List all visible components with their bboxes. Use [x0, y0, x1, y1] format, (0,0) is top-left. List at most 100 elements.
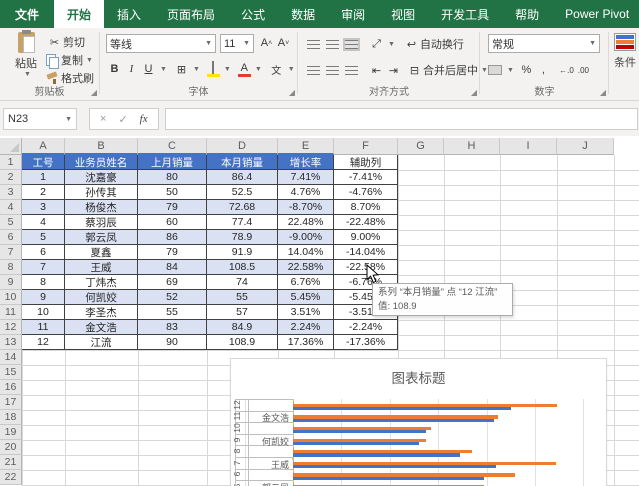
table-cell-r4c5[interactable]: 8.70%	[334, 200, 398, 215]
table-cell-r11c1[interactable]: 李圣杰	[65, 305, 138, 320]
table-cell-r13c0[interactable]: 12	[22, 335, 65, 350]
underline-button[interactable]: U	[140, 61, 157, 78]
orientation-button[interactable]: ⤢	[368, 36, 385, 53]
row-header-3[interactable]: 3	[0, 185, 22, 200]
table-cell-r9c0[interactable]: 8	[22, 275, 65, 290]
name-box[interactable]: N23 ▼	[3, 108, 77, 130]
font-name-combo[interactable]: 等线 ▼	[106, 34, 216, 53]
decrease-indent-button[interactable]: ⇤	[368, 62, 385, 79]
align-middle-button[interactable]	[326, 39, 339, 49]
bar-上月销量-11[interactable]	[293, 418, 494, 422]
table-cell-r8c1[interactable]: 王威	[65, 260, 138, 275]
table-cell-r12c2[interactable]: 83	[138, 320, 207, 335]
chart-title[interactable]: 图表标题	[231, 367, 606, 387]
row-header-7[interactable]: 7	[0, 245, 22, 260]
table-cell-r9c2[interactable]: 69	[138, 275, 207, 290]
borders-button[interactable]: ⊞	[173, 61, 190, 78]
column-header-F[interactable]: F	[334, 138, 398, 155]
tab-6[interactable]: 审阅	[328, 0, 378, 28]
table-cell-r5c0[interactable]: 4	[22, 215, 65, 230]
row-header-19[interactable]: 19	[0, 425, 22, 440]
comma-style-button[interactable]: ,	[535, 62, 552, 79]
wrap-text-button[interactable]: 自动换行	[420, 36, 464, 52]
paste-button[interactable]: 粘贴 ▼	[8, 30, 44, 78]
tab-3[interactable]: 页面布局	[154, 0, 228, 28]
column-header-C[interactable]: C	[138, 138, 207, 155]
table-cell-r5c1[interactable]: 蔡羽辰	[65, 215, 138, 230]
table-cell-r4c0[interactable]: 3	[22, 200, 65, 215]
column-header-J[interactable]: J	[557, 138, 614, 155]
align-top-button[interactable]	[307, 39, 320, 49]
tab-7[interactable]: 视图	[378, 0, 428, 28]
table-cell-r3c4[interactable]: 4.76%	[278, 185, 334, 200]
table-cell-r4c4[interactable]: -8.70%	[278, 200, 334, 215]
table-cell-r5c4[interactable]: 22.48%	[278, 215, 334, 230]
cancel-button[interactable]: ×	[94, 113, 112, 125]
table-cell-r12c3[interactable]: 84.9	[207, 320, 278, 335]
align-center-button[interactable]	[326, 65, 339, 75]
bar-上月销量-9[interactable]	[293, 441, 419, 446]
row-header-14[interactable]: 14	[0, 350, 22, 365]
table-cell-r3c5[interactable]: -4.76%	[334, 185, 398, 200]
table-header-cell[interactable]: 辅助列	[334, 155, 398, 170]
table-cell-r7c3[interactable]: 91.9	[207, 245, 278, 260]
column-header-G[interactable]: G	[398, 138, 444, 155]
table-cell-r10c0[interactable]: 9	[22, 290, 65, 305]
table-cell-r11c3[interactable]: 57	[207, 305, 278, 320]
row-header-5[interactable]: 5	[0, 215, 22, 230]
row-header-9[interactable]: 9	[0, 275, 22, 290]
decrease-decimal-button[interactable]: .00	[575, 62, 592, 79]
table-cell-r8c2[interactable]: 84	[138, 260, 207, 275]
merge-center-button[interactable]: 合并后居中	[423, 62, 478, 78]
tab-4[interactable]: 公式	[228, 0, 278, 28]
table-cell-r13c5[interactable]: -17.36%	[334, 335, 398, 350]
percent-style-button[interactable]: %	[518, 62, 535, 79]
row-header-21[interactable]: 21	[0, 455, 22, 470]
table-cell-r2c4[interactable]: 7.41%	[278, 170, 334, 185]
table-cell-r12c0[interactable]: 11	[22, 320, 65, 335]
table-cell-r3c0[interactable]: 2	[22, 185, 65, 200]
table-cell-r10c2[interactable]: 52	[138, 290, 207, 305]
table-cell-r2c5[interactable]: -7.41%	[334, 170, 398, 185]
table-header-cell[interactable]: 本月销量	[207, 155, 278, 170]
bar-上月销量-12[interactable]	[293, 407, 511, 411]
table-cell-r3c2[interactable]: 50	[138, 185, 207, 200]
table-cell-r10c3[interactable]: 55	[207, 290, 278, 305]
bold-button[interactable]: B	[106, 61, 123, 78]
column-header-E[interactable]: E	[278, 138, 334, 155]
chart[interactable]: 图表标题 -200204060801001201沈嘉豪23杨俊杰45郭云凤67王…	[230, 358, 607, 486]
decrease-font-button[interactable]: A ˅	[275, 35, 292, 52]
column-header-D[interactable]: D	[207, 138, 278, 155]
row-header-17[interactable]: 17	[0, 395, 22, 410]
cut-button[interactable]: ✂ 剪切	[46, 33, 94, 51]
table-cell-r2c3[interactable]: 86.4	[207, 170, 278, 185]
tab-10[interactable]: Power Pivot	[552, 0, 639, 28]
table-cell-r4c1[interactable]: 杨俊杰	[65, 200, 138, 215]
number-format-combo[interactable]: 常规 ▼	[488, 34, 600, 53]
row-header-13[interactable]: 13	[0, 335, 22, 350]
table-cell-r7c4[interactable]: 14.04%	[278, 245, 334, 260]
row-header-16[interactable]: 16	[0, 380, 22, 395]
italic-button[interactable]: I	[123, 61, 140, 78]
table-cell-r13c2[interactable]: 90	[138, 335, 207, 350]
table-cell-r5c2[interactable]: 60	[138, 215, 207, 230]
column-header-I[interactable]: I	[500, 138, 557, 155]
column-header-A[interactable]: A	[22, 138, 65, 155]
table-header-cell[interactable]: 工号	[22, 155, 65, 170]
font-color-button[interactable]: A	[237, 62, 252, 77]
row-header-11[interactable]: 11	[0, 305, 22, 320]
phonetic-guide-button[interactable]: 文	[268, 61, 285, 78]
table-cell-r4c2[interactable]: 79	[138, 200, 207, 215]
table-header-cell[interactable]: 上月销量	[138, 155, 207, 170]
row-header-10[interactable]: 10	[0, 290, 22, 305]
table-cell-r10c1[interactable]: 何凯姣	[65, 290, 138, 305]
table-cell-r12c5[interactable]: -2.24%	[334, 320, 398, 335]
bar-上月销量-6[interactable]	[293, 476, 485, 480]
select-all-corner[interactable]	[0, 138, 22, 155]
row-header-20[interactable]: 20	[0, 440, 22, 455]
number-dialog-launcher[interactable]: ◢	[600, 88, 606, 97]
table-cell-r6c4[interactable]: -9.00%	[278, 230, 334, 245]
tab-9[interactable]: 帮助	[502, 0, 552, 28]
bar-上月销量-8[interactable]	[293, 453, 460, 457]
table-cell-r8c0[interactable]: 7	[22, 260, 65, 275]
